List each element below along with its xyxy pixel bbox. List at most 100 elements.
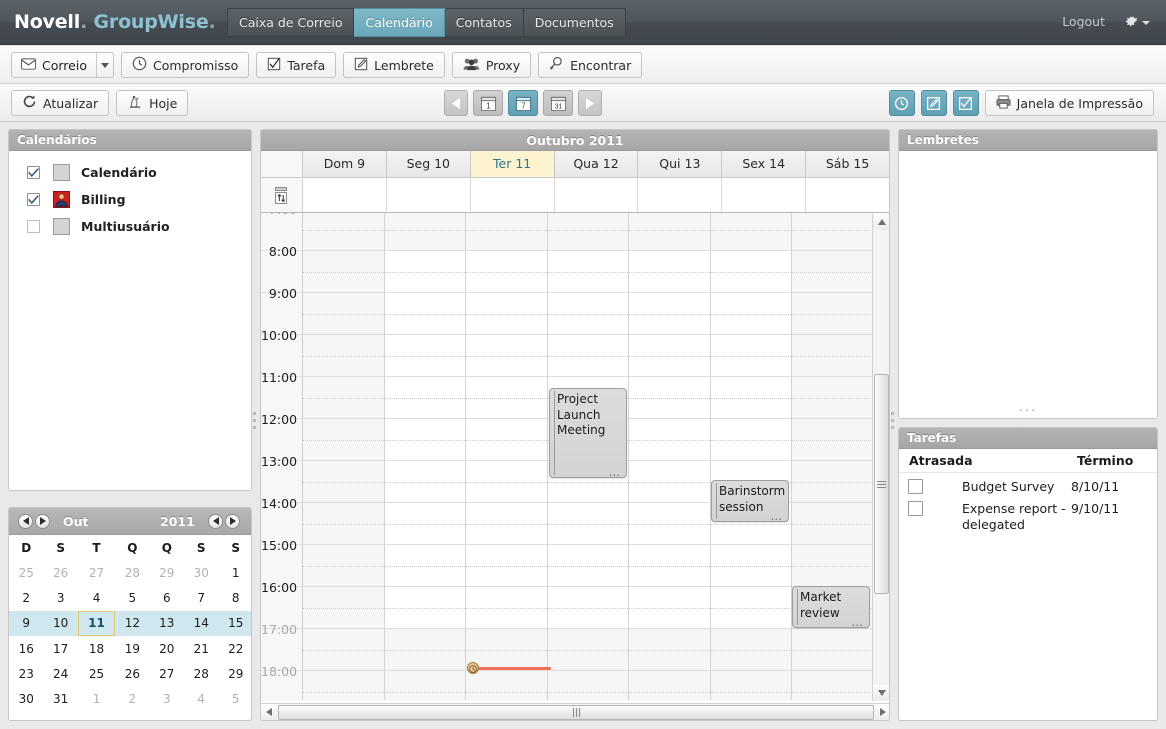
previous-period-button[interactable] — [444, 90, 468, 116]
time-slot[interactable] — [303, 544, 385, 586]
day-header-seg-10[interactable]: Seg 10 — [386, 151, 471, 177]
time-slot[interactable] — [303, 376, 385, 418]
mini-cal-day[interactable]: 29 — [150, 560, 184, 585]
mini-cal-day[interactable]: 13 — [149, 610, 185, 636]
mini-cal-next-year-button[interactable] — [225, 513, 240, 529]
time-slot[interactable] — [547, 334, 630, 376]
mini-cal-day[interactable]: 24 — [43, 661, 77, 686]
time-slot[interactable] — [710, 418, 793, 460]
time-slot[interactable] — [466, 213, 548, 250]
mini-cal-day[interactable]: 1 — [218, 560, 251, 585]
calendar-checkbox[interactable] — [27, 166, 40, 179]
time-slot[interactable] — [466, 334, 548, 376]
all-day-cell[interactable] — [470, 178, 555, 212]
tasks-column-header-due[interactable]: Término — [1077, 453, 1157, 468]
time-slot[interactable] — [466, 586, 548, 628]
time-slot[interactable] — [303, 502, 385, 544]
left-splitter-handle[interactable] — [250, 405, 258, 435]
time-slot[interactable] — [547, 502, 630, 544]
appointment-project-launch-meeting[interactable]: Project Launch Meeting ... — [549, 388, 627, 478]
new-appointment-button[interactable]: Compromisso — [120, 52, 250, 78]
new-task-button[interactable]: Tarefa — [256, 52, 337, 78]
mini-cal-day-today[interactable]: 11 — [77, 610, 116, 636]
time-slot[interactable] — [710, 334, 793, 376]
scroll-left-button[interactable] — [261, 703, 277, 720]
mini-cal-day[interactable]: 28 — [115, 560, 149, 585]
time-slot[interactable] — [792, 292, 874, 334]
time-slot[interactable] — [384, 460, 467, 502]
right-splitter-handle[interactable] — [888, 405, 896, 435]
day-header-qua-12[interactable]: Qua 12 — [554, 151, 639, 177]
mini-cal-day[interactable]: 22 — [218, 636, 251, 661]
time-slot[interactable] — [792, 502, 874, 544]
tab-caixa-de-correio[interactable]: Caixa de Correio — [227, 8, 355, 37]
mini-cal-day[interactable]: 18 — [78, 636, 115, 661]
time-slot[interactable] — [547, 292, 630, 334]
mini-cal-day[interactable]: 26 — [115, 661, 149, 686]
time-slot[interactable] — [384, 502, 467, 544]
mini-cal-day[interactable]: 27 — [78, 560, 115, 585]
horizontal-scrollbar-thumb[interactable] — [278, 704, 874, 720]
all-day-toggle[interactable] — [261, 178, 303, 212]
time-slot[interactable] — [792, 670, 874, 700]
mini-cal-prev-year-button[interactable] — [208, 513, 223, 529]
time-slot[interactable] — [629, 213, 711, 250]
new-mail-button[interactable]: Correio — [11, 52, 114, 78]
time-slot[interactable] — [384, 250, 467, 292]
time-slot[interactable] — [710, 544, 793, 586]
find-button[interactable]: Encontrar — [538, 52, 643, 78]
time-slot[interactable] — [466, 460, 548, 502]
print-window-button[interactable]: Janela de Impressão — [984, 90, 1154, 116]
mini-cal-day[interactable]: 31 — [43, 686, 77, 711]
all-day-cell[interactable] — [386, 178, 471, 212]
time-slot[interactable] — [629, 586, 711, 628]
time-slot[interactable] — [466, 502, 548, 544]
today-button[interactable]: Hoje — [116, 90, 189, 116]
time-slot[interactable] — [629, 670, 711, 700]
time-slot[interactable] — [303, 628, 385, 670]
task-complete-checkbox[interactable] — [908, 501, 923, 516]
time-slot[interactable] — [466, 628, 548, 670]
logout-link[interactable]: Logout — [1062, 14, 1105, 29]
time-slot[interactable] — [384, 418, 467, 460]
time-slot[interactable] — [629, 418, 711, 460]
proxy-button[interactable]: Proxy — [451, 52, 532, 78]
mini-cal-day[interactable]: 25 — [78, 661, 115, 686]
toggle-notes-button[interactable] — [920, 90, 947, 116]
notes-resize-grip[interactable]: ··· — [899, 405, 1157, 418]
mini-cal-day[interactable]: 4 — [78, 585, 115, 610]
mini-cal-day[interactable]: 5 — [218, 686, 251, 711]
calendar-vertical-scrollbar[interactable] — [872, 214, 889, 701]
day-header-sab-15[interactable]: Sáb 15 — [806, 151, 889, 177]
time-slot[interactable] — [466, 418, 548, 460]
vertical-scrollbar-thumb[interactable] — [874, 374, 889, 594]
time-slot[interactable] — [384, 586, 467, 628]
all-day-cell[interactable] — [722, 178, 807, 212]
notes-list[interactable]: ··· — [899, 151, 1157, 418]
time-slot[interactable] — [466, 670, 548, 700]
mini-cal-day[interactable]: 30 — [9, 686, 43, 711]
scroll-down-button[interactable] — [873, 685, 889, 701]
all-day-cell[interactable] — [806, 178, 889, 212]
time-slot[interactable] — [466, 376, 548, 418]
time-slot[interactable] — [547, 586, 630, 628]
calendar-checkbox[interactable] — [27, 193, 40, 206]
all-day-cell[interactable] — [638, 178, 723, 212]
time-slot[interactable] — [303, 418, 385, 460]
task-complete-checkbox[interactable] — [908, 479, 923, 494]
time-slot[interactable] — [629, 628, 711, 670]
time-slot[interactable] — [384, 292, 467, 334]
time-slot[interactable] — [792, 544, 874, 586]
mini-cal-day[interactable]: 16 — [9, 636, 43, 661]
all-day-cell[interactable] — [554, 178, 639, 212]
calendar-horizontal-scrollbar[interactable] — [261, 703, 889, 720]
time-slot[interactable] — [710, 376, 793, 418]
time-slot[interactable] — [710, 628, 793, 670]
task-row[interactable]: Expense report -delegated 9/10/11 — [899, 495, 1157, 533]
time-slot[interactable] — [384, 670, 467, 700]
mini-cal-day[interactable]: 7 — [184, 585, 218, 610]
mini-cal-day[interactable]: 10 — [43, 610, 78, 636]
settings-menu-button[interactable] — [1124, 12, 1150, 31]
time-slot[interactable] — [710, 250, 793, 292]
mini-cal-prev-month-button[interactable] — [18, 513, 33, 529]
